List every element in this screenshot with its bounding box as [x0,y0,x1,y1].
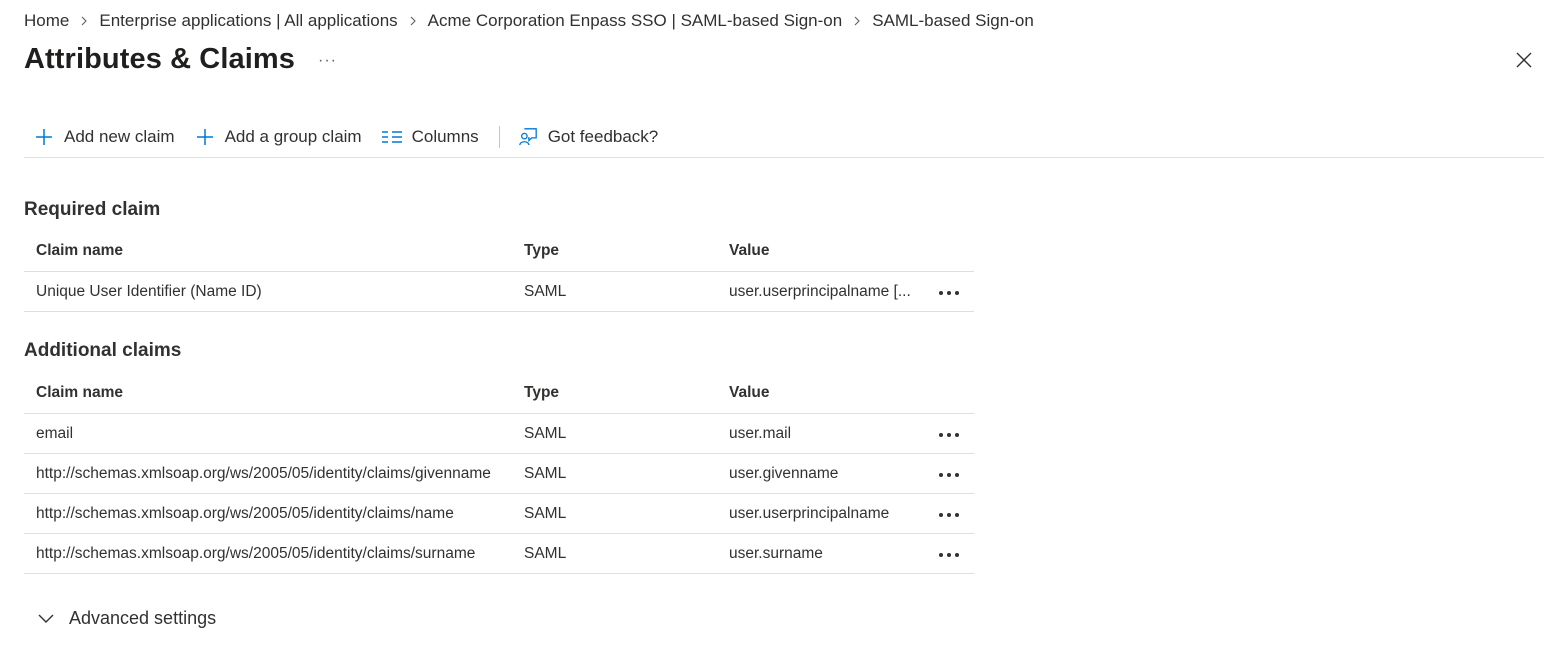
columns-icon [381,127,402,147]
claim-type: SAML [524,424,567,442]
row-more-button[interactable] [924,545,974,563]
claim-value: user.mail [729,424,792,442]
claim-name: http://schemas.xmlsoap.org/ws/2005/05/id… [36,544,476,562]
table-row[interactable]: http://schemas.xmlsoap.org/ws/2005/05/id… [24,454,974,494]
breadcrumb-app-sso[interactable]: Acme Corporation Enpass SSO | SAML-based… [428,11,843,31]
columns-button[interactable]: Columns [372,117,489,157]
row-more-button[interactable] [924,283,974,301]
claim-type: SAML [524,504,567,522]
additional-claims-heading: Additional claims [24,340,182,361]
column-header-value[interactable]: Value [729,242,924,260]
advanced-settings-label: Advanced settings [69,608,217,628]
breadcrumb-saml-sign-on[interactable]: SAML-based Sign-on [872,11,1034,31]
claim-name: email [36,424,74,442]
close-button[interactable] [1513,51,1535,73]
claim-type: SAML [524,282,567,300]
add-new-claim-label: Add new claim [64,126,175,146]
advanced-settings-toggle[interactable]: Advanced settings [36,608,216,629]
add-group-claim-button[interactable]: Add a group claim [185,117,372,157]
column-header-claim-name[interactable]: Claim name [24,242,524,260]
plus-icon [195,127,215,147]
breadcrumb-enterprise-applications[interactable]: Enterprise applications | All applicatio… [99,11,397,31]
breadcrumb-home[interactable]: Home [24,11,69,31]
required-claims-table: Claim name Type Value Unique User Identi… [24,230,974,312]
feedback-button[interactable]: Got feedback? [508,117,669,157]
claim-value: user.userprincipalname [... [729,282,911,300]
more-icon [938,425,960,443]
feedback-label: Got feedback? [547,126,659,146]
more-icon [938,505,960,523]
row-more-button[interactable] [924,425,974,443]
table-row[interactable]: http://schemas.xmlsoap.org/ws/2005/05/id… [24,494,974,534]
column-header-claim-name[interactable]: Claim name [24,384,524,402]
toolbar-divider [498,125,500,148]
required-claim-heading: Required claim [24,199,161,220]
table-row[interactable]: email SAML user.mail [24,414,974,454]
command-bar: Add new claim Add a group claim Columns … [24,116,1544,158]
row-more-button[interactable] [924,505,974,523]
claim-value: user.givenname [729,464,839,482]
claim-type: SAML [524,464,567,482]
add-group-claim-label: Add a group claim [224,126,362,146]
claim-name: http://schemas.xmlsoap.org/ws/2005/05/id… [36,464,491,482]
column-header-type[interactable]: Type [524,242,729,260]
chevron-right-icon [853,16,861,26]
table-row[interactable]: http://schemas.xmlsoap.org/ws/2005/05/id… [24,534,974,574]
chevron-right-icon [80,16,88,26]
additional-claims-table: Claim name Type Value email SAML user.ma… [24,372,974,574]
close-icon [1516,52,1532,73]
table-header-row: Claim name Type Value [24,372,974,414]
chevron-down-icon [36,609,56,629]
chevron-right-icon [409,16,417,26]
table-row[interactable]: Unique User Identifier (Name ID) SAML us… [24,272,974,312]
claim-type: SAML [524,544,567,562]
columns-label: Columns [411,126,479,146]
table-header-row: Claim name Type Value [24,230,974,272]
claim-name: Unique User Identifier (Name ID) [36,282,262,300]
more-options-button[interactable]: ··· [318,52,337,70]
row-more-button[interactable] [924,465,974,483]
claim-value: user.surname [729,544,823,562]
breadcrumb: Home Enterprise applications | All appli… [24,9,1034,33]
claim-value: user.userprincipalname [729,504,890,522]
more-icon [938,545,960,563]
add-new-claim-button[interactable]: Add new claim [24,117,185,157]
more-icon [938,283,960,301]
column-header-type[interactable]: Type [524,384,729,402]
feedback-icon [518,127,538,147]
plus-icon [34,127,54,147]
page-title: Attributes & Claims [24,43,295,75]
more-icon [938,465,960,483]
claim-name: http://schemas.xmlsoap.org/ws/2005/05/id… [36,504,454,522]
column-header-value[interactable]: Value [729,384,924,402]
